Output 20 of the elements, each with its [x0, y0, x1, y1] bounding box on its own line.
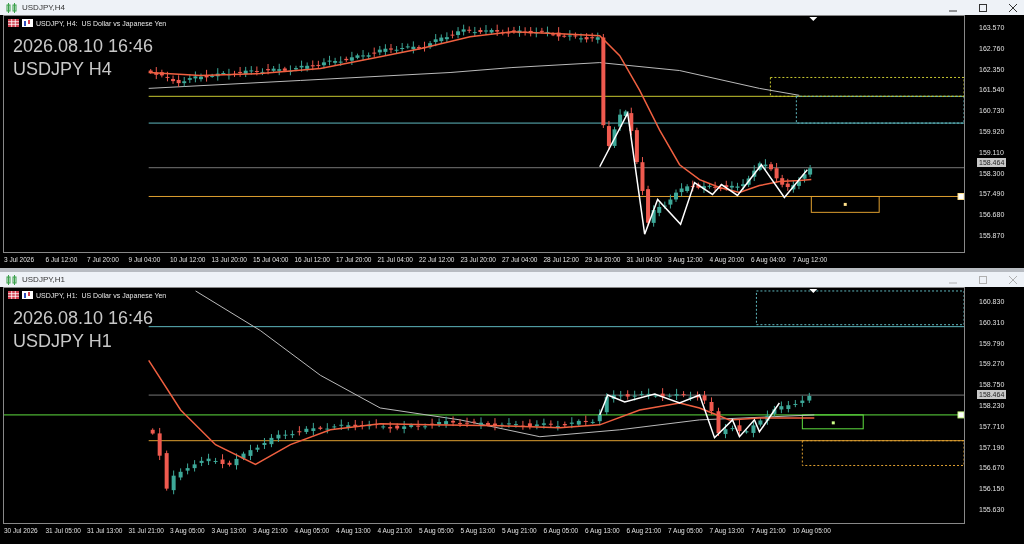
chart-type-icon	[22, 19, 33, 27]
chart-type-icon	[22, 291, 33, 299]
window-title: USDJPY,H1	[22, 275, 65, 284]
grid-icon	[8, 291, 19, 299]
triangle-marker-icon	[809, 17, 818, 21]
maximize-icon[interactable]	[978, 2, 988, 13]
zone-rectangle	[801, 414, 864, 430]
grid-icon	[8, 19, 19, 27]
symbol-overlay: USDJPY H1	[13, 331, 113, 352]
close-icon[interactable]	[1008, 2, 1018, 13]
symbol-overlay: USDJPY H4	[13, 59, 113, 80]
window-title: USDJPY,H4	[22, 3, 65, 12]
candles-icon	[6, 274, 18, 285]
zone-rectangle	[810, 195, 880, 213]
triangle-marker-icon	[809, 289, 818, 293]
line-handle[interactable]	[957, 193, 964, 200]
candles-icon	[6, 2, 18, 13]
line-handle[interactable]	[957, 411, 964, 419]
date-time-overlay: 2026.08.10 16:46	[13, 308, 154, 329]
date-time-overlay: 2026.08.10 16:46	[13, 36, 154, 57]
